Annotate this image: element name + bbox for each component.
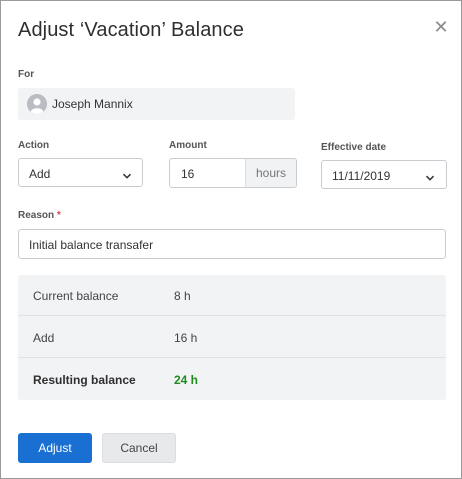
chevron-down-icon (122, 168, 132, 179)
amount-input[interactable]: 16 hours (169, 158, 297, 188)
cancel-button[interactable]: Cancel (102, 433, 176, 463)
dialog-title: Adjust ‘Vacation’ Balance (18, 19, 244, 41)
summary-label: Add (33, 331, 55, 345)
for-label: For (18, 69, 35, 80)
summary-row: Current balance 8 h (18, 275, 446, 316)
summary-row: Add 16 h (18, 317, 446, 358)
employee-field: Joseph Mannix (18, 88, 295, 120)
adjust-balance-dialog: Adjust ‘Vacation’ Balance ✕ For Joseph M… (0, 0, 462, 479)
resulting-balance-value: 24 h (174, 373, 199, 387)
adjust-button[interactable]: Adjust (18, 433, 92, 463)
summary-label: Resulting balance (33, 373, 136, 387)
reason-input[interactable]: Initial balance transafer (18, 229, 446, 259)
summary-value: 8 h (174, 289, 191, 303)
action-select[interactable]: Add (18, 158, 143, 187)
reason-label: Reason * (18, 210, 61, 221)
summary-label: Current balance (33, 289, 119, 303)
balance-summary: Current balance 8 h Add 16 h Resulting b… (18, 275, 446, 400)
reason-label-text: Reason (18, 210, 55, 221)
user-avatar-icon (27, 94, 47, 114)
chevron-down-icon (425, 170, 435, 181)
action-value: Add (29, 167, 51, 181)
summary-row: Resulting balance 24 h (18, 359, 446, 400)
amount-unit: hours (245, 159, 296, 187)
effective-date-select[interactable]: 11/11/2019 (321, 160, 447, 189)
effective-date-label: Effective date (321, 142, 387, 153)
close-icon[interactable]: ✕ (432, 16, 450, 38)
amount-label: Amount (169, 140, 207, 151)
required-marker: * (56, 210, 61, 221)
amount-value: 16 (181, 167, 195, 181)
action-label: Action (18, 140, 50, 151)
reason-value: Initial balance transafer (29, 238, 154, 252)
employee-name: Joseph Mannix (52, 97, 133, 111)
summary-value: 16 h (174, 331, 198, 345)
effective-date-value: 11/11/2019 (332, 169, 391, 183)
